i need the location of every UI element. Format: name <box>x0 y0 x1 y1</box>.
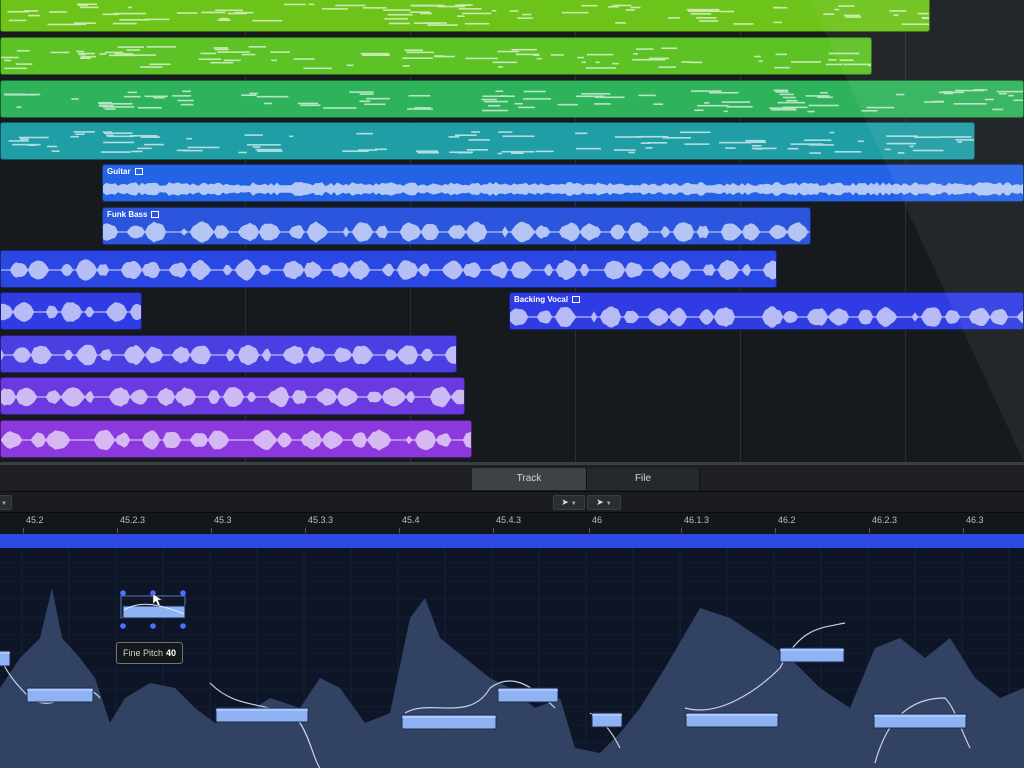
region-name-text: Funk Bass <box>107 210 148 219</box>
ruler-tick-label: 46.1.3 <box>684 515 710 525</box>
audio-waveform <box>1 302 141 322</box>
audio-waveform <box>1 259 776 281</box>
ruler-tick <box>211 528 212 533</box>
midi-notes <box>8 131 974 155</box>
pitch-editor: Track File ▼ ➤ ▼ ➤ ▼ 45.2 45.2.3 45.3 45.3.3 4… <box>0 465 1024 768</box>
region-name: Backing Vocal <box>514 295 581 304</box>
track-region-guitar[interactable]: Guitar <box>102 164 1024 202</box>
ruler-tick-label: 45.3 <box>214 515 232 525</box>
audio-waveform <box>103 221 810 243</box>
ruler-tick <box>23 528 24 533</box>
chevron-down-icon: ▼ <box>1 501 7 507</box>
region-name: Guitar <box>107 167 143 176</box>
ruler-tick-label: 46 <box>592 515 603 525</box>
track-region[interactable] <box>0 420 472 458</box>
ruler-tick <box>963 528 964 533</box>
ruler-tick-label: 46.3 <box>966 515 984 525</box>
audio-waveform <box>1 429 471 451</box>
tooltip-label: Fine Pitch <box>123 648 164 658</box>
selection-handle[interactable] <box>120 623 126 629</box>
ruler-tick <box>775 528 776 533</box>
editor-menu-button[interactable]: ▼ <box>0 495 12 510</box>
pitch-curve-area[interactable]: Fine Pitch 40 <box>0 548 1024 768</box>
track-region[interactable] <box>0 377 465 415</box>
time-ruler[interactable]: 45.2 45.2.3 45.3 45.3.3 45.4 45.4.3 46 46.1.3 46… <box>0 513 1024 533</box>
selection-handle[interactable] <box>150 623 156 629</box>
region-edit-icon <box>134 168 143 175</box>
ruler-tick <box>399 528 400 533</box>
ruler-tick <box>493 528 494 533</box>
audio-waveform <box>1 386 464 408</box>
region-name-text: Backing Vocal <box>514 295 569 304</box>
track-region-funk-bass[interactable]: Funk Bass <box>102 207 811 245</box>
selection-handle[interactable] <box>180 623 186 629</box>
region-edit-icon <box>572 296 581 303</box>
fine-pitch-tooltip: Fine Pitch 40 <box>116 642 184 664</box>
ruler-tick-label: 45.4.3 <box>496 515 522 525</box>
ruler-tick <box>305 528 306 533</box>
selected-pitch-note[interactable] <box>122 605 186 619</box>
track-region[interactable] <box>0 80 1024 118</box>
ruler-tick-label: 45.4 <box>402 515 420 525</box>
tooltip-value: 40 <box>166 648 177 658</box>
ruler-tick <box>117 528 118 533</box>
audio-waveform <box>1 344 456 366</box>
arrange-view: Guitar Funk Bass Backing Vocal <box>0 0 1024 462</box>
cursor-arrow-icon: ➤ <box>596 497 604 507</box>
ruler-tick-label: 46.2 <box>778 515 796 525</box>
tab-track[interactable]: Track <box>472 468 586 490</box>
track-region-backing-vocal[interactable]: Backing Vocal <box>509 292 1024 330</box>
ruler-tick <box>589 528 590 533</box>
audio-waveform <box>103 182 1023 196</box>
track-region[interactable] <box>0 37 872 75</box>
region-name: Funk Bass <box>107 210 160 219</box>
track-region[interactable] <box>0 335 457 373</box>
chevron-down-icon: ▼ <box>570 501 577 507</box>
midi-notes <box>1 46 871 70</box>
cursor-arrow-icon: ➤ <box>561 497 569 507</box>
ruler-tick-label: 45.2 <box>26 515 44 525</box>
ruler-tick <box>869 528 870 533</box>
region-name-text: Guitar <box>107 167 131 176</box>
ruler-tick <box>681 528 682 533</box>
midi-notes <box>3 89 1023 113</box>
track-region[interactable] <box>0 122 975 160</box>
selection-handle[interactable] <box>180 590 186 596</box>
ruler-tick-label: 45.3.3 <box>308 515 334 525</box>
track-region[interactable] <box>0 292 142 330</box>
grid-line <box>905 0 906 462</box>
ruler-region-bar[interactable] <box>0 534 1024 548</box>
audio-waveform <box>510 306 1023 328</box>
editor-toolbar: ▼ ➤ ▼ ➤ ▼ <box>0 492 1024 513</box>
region-edit-icon <box>151 211 160 218</box>
pitch-pointer-tool-button[interactable]: ➤ ▼ <box>587 495 621 510</box>
pointer-tool-button[interactable]: ➤ ▼ <box>553 495 585 510</box>
ruler-tick-label: 46.2.3 <box>872 515 898 525</box>
tab-file[interactable]: File <box>586 468 700 490</box>
selection-handle[interactable] <box>120 590 126 596</box>
track-region[interactable] <box>0 0 930 32</box>
midi-notes <box>7 3 929 26</box>
track-region[interactable] <box>0 250 777 288</box>
chevron-down-icon: ▼ <box>605 501 612 507</box>
ruler-tick-label: 45.2.3 <box>120 515 146 525</box>
editor-tab-bar: Track File <box>0 465 1024 492</box>
